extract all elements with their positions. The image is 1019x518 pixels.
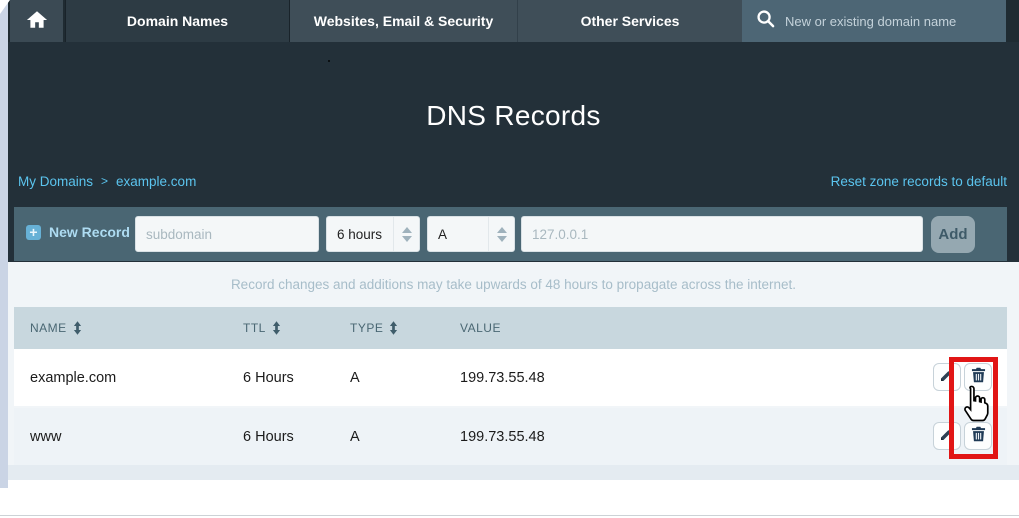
cell-ttl: 6 Hours	[243, 349, 294, 406]
ttl-select[interactable]: 6 hours	[326, 216, 420, 252]
spinner-icon[interactable]	[393, 217, 419, 251]
tab-label: Domain Names	[127, 13, 228, 29]
column-label: TYPE	[350, 321, 383, 335]
records-table-header: NAME TTL TYPE VALUE	[14, 307, 1007, 349]
cell-ttl: 6 Hours	[243, 408, 294, 465]
cell-value: 199.73.55.48	[460, 349, 545, 406]
trash-icon	[971, 426, 986, 446]
column-header-type[interactable]: TYPE	[350, 307, 398, 349]
hero-section: DNS Records My Domains > example.com Res…	[8, 42, 1019, 262]
trash-icon	[971, 367, 986, 387]
sort-icon[interactable]	[389, 321, 398, 335]
stray-dot	[328, 60, 330, 62]
spinner-up-icon	[497, 227, 507, 233]
breadcrumb-separator: >	[101, 174, 108, 189]
column-label: VALUE	[460, 321, 501, 335]
tab-websites-email-security[interactable]: Websites, Email & Security	[290, 0, 517, 42]
search-icon	[756, 9, 775, 33]
cell-type: A	[350, 349, 360, 406]
pencil-icon	[939, 426, 955, 446]
spinner-down-icon	[497, 236, 507, 242]
breadcrumb: My Domains > example.com	[18, 174, 196, 189]
breadcrumb-current-domain: example.com	[116, 174, 196, 189]
cursor-artifact	[0, 0, 10, 14]
content-area: Record changes and additions may take up…	[8, 262, 1019, 480]
window-edge-strip	[0, 0, 8, 488]
cell-name: example.com	[30, 349, 116, 406]
table-row: example.com 6 Hours A 199.73.55.48	[14, 349, 1007, 406]
reset-zone-records-link[interactable]: Reset zone records to default	[831, 174, 1007, 189]
new-record-form-bar: + New Record 6 hours A Add	[14, 207, 1007, 261]
new-record-label: New Record	[49, 224, 130, 240]
delete-record-button[interactable]	[964, 363, 992, 391]
edit-record-button[interactable]	[933, 422, 961, 450]
tab-domain-names[interactable]: Domain Names	[65, 0, 290, 42]
record-value-input[interactable]	[521, 216, 923, 252]
table-row: www 6 Hours A 199.73.55.48	[14, 408, 1007, 465]
plus-icon: +	[26, 225, 41, 240]
window-bottom-border	[0, 515, 1019, 516]
sort-icon[interactable]	[73, 321, 82, 335]
new-record-button[interactable]: + New Record	[26, 224, 130, 240]
domain-search-box[interactable]	[742, 0, 1006, 42]
sort-icon[interactable]	[272, 321, 281, 335]
tab-label: Other Services	[581, 13, 680, 29]
column-header-value: VALUE	[460, 307, 501, 349]
breadcrumb-my-domains[interactable]: My Domains	[18, 174, 93, 189]
column-label: TTL	[243, 321, 266, 335]
column-header-name[interactable]: NAME	[30, 307, 82, 349]
column-header-ttl[interactable]: TTL	[243, 307, 281, 349]
column-label: NAME	[30, 321, 67, 335]
cell-type: A	[350, 408, 360, 465]
pencil-icon	[939, 367, 955, 387]
record-type-select[interactable]: A	[427, 216, 515, 252]
spinner-icon[interactable]	[488, 217, 514, 251]
table-footer-band	[8, 465, 1019, 480]
edit-record-button[interactable]	[933, 363, 961, 391]
home-icon	[26, 10, 48, 32]
spinner-up-icon	[402, 227, 412, 233]
spinner-down-icon	[402, 236, 412, 242]
tab-label: Websites, Email & Security	[314, 13, 493, 29]
record-type-value: A	[438, 227, 447, 242]
add-record-button[interactable]: Add	[931, 216, 975, 253]
page-title: DNS Records	[8, 100, 1019, 132]
delete-record-button[interactable]	[964, 422, 992, 450]
subdomain-input[interactable]	[135, 216, 319, 252]
top-navigation-bar: Domain Names Websites, Email & Security …	[8, 0, 1019, 42]
ttl-select-value: 6 hours	[337, 227, 382, 242]
propagation-notice: Record changes and additions may take up…	[8, 277, 1019, 292]
home-tab[interactable]	[10, 0, 63, 42]
cell-name: www	[30, 408, 61, 465]
tab-other-services[interactable]: Other Services	[517, 0, 742, 42]
search-input[interactable]	[785, 14, 995, 29]
cell-value: 199.73.55.48	[460, 408, 545, 465]
